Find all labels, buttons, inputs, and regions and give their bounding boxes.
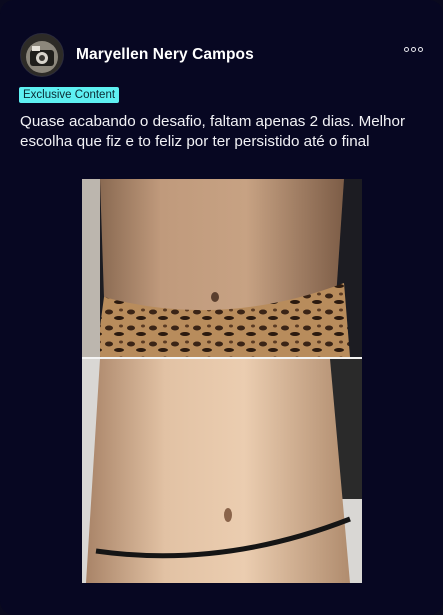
post-card: Maryellen Nery Campos Exclusive Content … (0, 0, 443, 615)
post-image[interactable] (82, 179, 362, 583)
avatar[interactable] (20, 33, 64, 77)
exclusive-content-badge: Exclusive Content (19, 87, 120, 103)
post-caption: Quase acabando o desafio, faltam apenas … (20, 113, 405, 150)
more-options-icon[interactable] (404, 47, 423, 52)
post-header: Maryellen Nery Campos (20, 33, 254, 77)
author-name[interactable]: Maryellen Nery Campos (76, 46, 254, 64)
